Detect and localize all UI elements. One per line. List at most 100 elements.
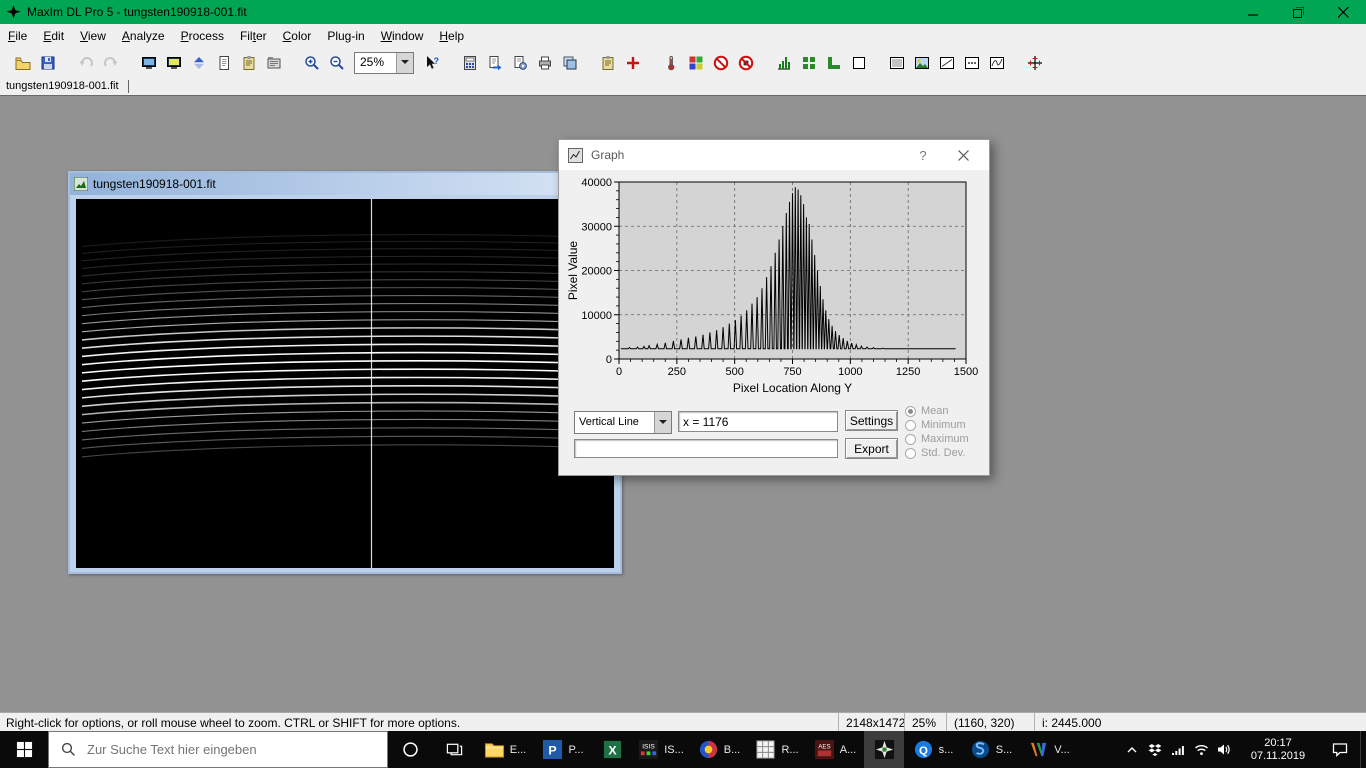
photometry-tool-button[interactable] (659, 52, 682, 74)
status-message: Right-click for options, or roll mouse w… (0, 713, 838, 732)
undo-button[interactable] (74, 52, 97, 74)
taskbar-search-box[interactable] (48, 731, 388, 768)
profile-info-input[interactable] (574, 439, 838, 458)
radio-minimum[interactable]: Minimum (905, 419, 969, 431)
auto-stretch-button[interactable] (162, 52, 185, 74)
radio-stddev[interactable]: Std. Dev. (905, 447, 969, 459)
batch-settings-button[interactable] (508, 52, 531, 74)
menu-filter[interactable]: Filter (232, 26, 275, 46)
clipboard-copy-button[interactable] (237, 52, 260, 74)
profile-slant-mode-button[interactable] (935, 52, 958, 74)
stack-images-button[interactable] (558, 52, 581, 74)
screen-stretch-button[interactable] (137, 52, 160, 74)
close-icon (1338, 7, 1349, 18)
zoom-in-button[interactable] (300, 52, 323, 74)
close-button[interactable] (1321, 0, 1366, 24)
toggle-info-window-button[interactable] (822, 52, 845, 74)
taskbar-app-isis[interactable]: ISISIS... (632, 731, 690, 768)
toggle-magnify-window-button[interactable] (797, 52, 820, 74)
taskbar-app-app-r[interactable]: R... (748, 731, 806, 768)
menu-view[interactable]: View (72, 26, 114, 46)
center-crosshair-button[interactable] (1023, 52, 1046, 74)
radio-maximum[interactable]: Maximum (905, 433, 969, 445)
cortana-button[interactable] (388, 731, 432, 768)
print-image-button[interactable] (533, 52, 556, 74)
toggle-graph-window-button[interactable] (772, 52, 795, 74)
minimize-button[interactable] (1231, 0, 1276, 24)
profile-position-input[interactable] (678, 411, 838, 432)
action-center-button[interactable] (1320, 731, 1360, 768)
zoom-dropdown-arrow-icon[interactable] (396, 53, 413, 73)
graph-dialog-titlebar[interactable]: Graph ? (559, 140, 989, 170)
profile-horizontal-mode-button[interactable] (885, 52, 908, 74)
volume-tray-icon[interactable] (1214, 731, 1234, 768)
profile-curve-mode-button[interactable] (985, 52, 1008, 74)
zoom-out-button[interactable] (325, 52, 348, 74)
context-help-button[interactable]: ? (420, 52, 443, 74)
taskbar-app-app-s[interactable]: S... (962, 731, 1020, 768)
tab-tungsten190918-001[interactable]: tungsten190918-001.fit (6, 80, 129, 93)
dialog-help-button[interactable]: ? (908, 148, 938, 163)
disable-calibration-button[interactable] (709, 52, 732, 74)
taskbar-app-app-a[interactable]: AESA... (806, 731, 864, 768)
taskbar-app-app-b[interactable]: B... (690, 731, 748, 768)
taskbar-app-maxim-dl[interactable] (864, 731, 904, 768)
export-button[interactable]: Export (845, 438, 898, 459)
menu-help[interactable]: Help (431, 26, 472, 46)
save-file-icon (40, 55, 56, 71)
windows-logo-icon (16, 741, 33, 758)
color-presets-button[interactable] (684, 52, 707, 74)
radio-circle-icon (905, 434, 916, 445)
menu-window[interactable]: Window (373, 26, 432, 46)
taskbar-app-app-q[interactable]: Qs... (904, 731, 962, 768)
svg-text:1000: 1000 (838, 366, 862, 378)
settings-button[interactable]: Settings (845, 410, 898, 431)
network-tray-icon[interactable] (1168, 731, 1188, 768)
taskbar-app-explorer[interactable]: E... (476, 731, 534, 768)
restore-button[interactable] (1276, 0, 1321, 24)
svg-text:ISIS: ISIS (642, 744, 655, 751)
start-button[interactable] (0, 731, 48, 768)
show-desktop-button[interactable] (1360, 731, 1366, 768)
task-view-button[interactable] (432, 731, 476, 768)
duplicate-image-button[interactable] (212, 52, 235, 74)
paste-image-button[interactable] (596, 52, 619, 74)
spectrum-image-canvas[interactable] (76, 199, 614, 568)
dropbox-tray-icon[interactable] (1145, 731, 1165, 768)
batch-save-convert-button[interactable] (483, 52, 506, 74)
crosshair-toggle-button[interactable] (621, 52, 644, 74)
menu-edit[interactable]: Edit (35, 26, 72, 46)
app-titlebar[interactable]: MaxIm DL Pro 5 - tungsten190918-001.fit (0, 0, 1366, 24)
show-image-button[interactable] (910, 52, 933, 74)
graph-mode-dropdown[interactable]: Vertical Line (574, 411, 672, 434)
taskbar-app-app-v[interactable]: V... (1020, 731, 1078, 768)
flip-vertical-button[interactable] (187, 52, 210, 74)
dialog-close-button[interactable] (946, 140, 980, 170)
duplicate-image-icon (216, 55, 232, 71)
zoom-level-combo[interactable]: 25% (354, 52, 414, 74)
disable-filters-button[interactable] (734, 52, 757, 74)
redo-button[interactable] (99, 52, 122, 74)
wifi-tray-icon[interactable] (1191, 731, 1211, 768)
save-file-button[interactable] (36, 52, 59, 74)
tray-expand-button[interactable] (1122, 731, 1142, 768)
menu-plugin[interactable]: Plug-in (319, 26, 372, 46)
more-modes-button[interactable] (960, 52, 983, 74)
taskbar-clock[interactable]: 20:17 07.11.2019 (1236, 731, 1320, 768)
open-file-icon (15, 55, 31, 71)
taskbar-app-app-excel[interactable]: X (592, 731, 632, 768)
taskbar-app-app-p[interactable]: PP... (534, 731, 592, 768)
open-file-button[interactable] (11, 52, 34, 74)
toggle-aperture-button[interactable] (847, 52, 870, 74)
information-window-button[interactable] (458, 52, 481, 74)
image-properties-button[interactable] (262, 52, 285, 74)
menu-color[interactable]: Color (275, 26, 320, 46)
radio-mean[interactable]: Mean (905, 405, 969, 417)
search-input[interactable] (85, 741, 387, 758)
menu-process[interactable]: Process (173, 26, 232, 46)
menu-file[interactable]: File (0, 26, 35, 46)
image-window-titlebar[interactable]: tungsten190918-001.fit (70, 173, 620, 195)
radio-circle-icon (905, 448, 916, 459)
dropdown-arrow-icon[interactable] (654, 412, 671, 433)
menu-analyze[interactable]: Analyze (114, 26, 173, 46)
